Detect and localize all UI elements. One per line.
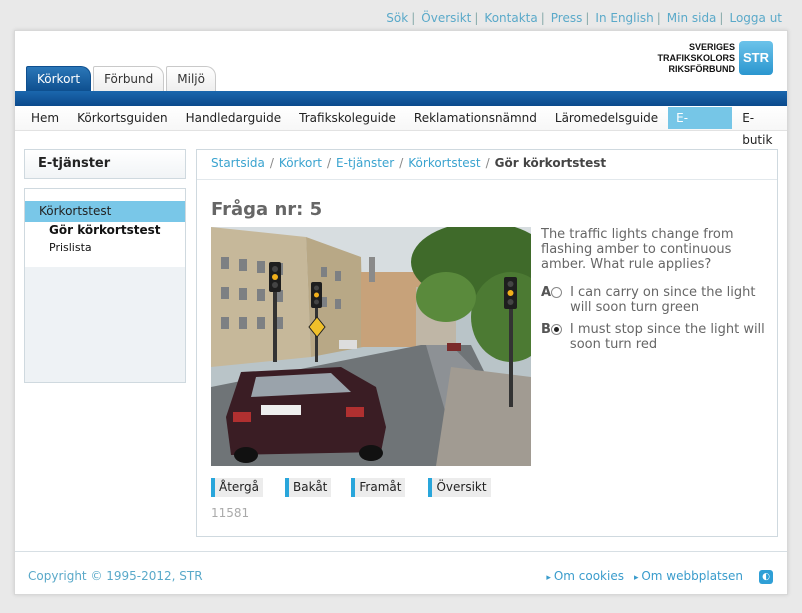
separator: |	[411, 11, 416, 25]
copyright-text: Copyright © 1995-2012, STR	[28, 569, 203, 583]
answer-radio-a[interactable]	[551, 287, 563, 298]
answer-text: I must stop since the light will soon tu…	[569, 322, 765, 352]
logo-badge: STR	[739, 41, 773, 75]
question-nav-buttons: Återgå Bakåt Framåt Översikt	[211, 478, 491, 497]
sidebar-subitem-prislista[interactable]: Prislista	[49, 241, 92, 254]
breadcrumb-link-startsida[interactable]: Startsida	[211, 156, 265, 170]
breadcrumb-current: Gör körkortstest	[494, 156, 607, 170]
utility-link-logout[interactable]: Logga ut	[729, 11, 782, 25]
question-text: The traffic lights change from flashing …	[541, 227, 734, 272]
nav-item-hem[interactable]: Hem	[23, 107, 67, 129]
separator: |	[585, 11, 590, 25]
footer-link-cookies[interactable]: Om cookies	[546, 569, 624, 583]
divider	[197, 179, 777, 180]
answer-radio-b[interactable]	[550, 324, 562, 335]
nav-item-laromedelsguide[interactable]: Läromedelsguide	[547, 107, 666, 129]
breadcrumb-link-korkortstest[interactable]: Körkortstest	[408, 156, 480, 170]
breadcrumb-separator: /	[485, 156, 490, 170]
separator: |	[540, 11, 545, 25]
sidebar-title: E-tjänster	[24, 149, 186, 179]
footer-link-about-site[interactable]: Om webbplatsen	[634, 569, 743, 583]
content-box: Startsida / Körkort / E-tjänster / Körko…	[196, 149, 778, 537]
previous-button[interactable]: Bakåt	[285, 478, 332, 497]
answer-text: I can carry on since the light will soon…	[570, 285, 756, 315]
utility-nav: Sök | Översikt | Kontakta | Press | In Engli…	[386, 11, 782, 25]
header-band	[15, 91, 787, 106]
section-tabs: Körkort Förbund Miljö	[26, 66, 218, 91]
separator: |	[656, 11, 661, 25]
answer-letter: B	[541, 322, 551, 337]
logo-line-2: TRAFIKSKOLORS	[657, 52, 736, 63]
breadcrumb-link-e-tjanster[interactable]: E-tjänster	[336, 156, 394, 170]
footer-links: Om cookies Om webbplatsen	[536, 569, 743, 583]
utility-link-contact[interactable]: Kontakta	[484, 11, 537, 25]
breadcrumb-separator: /	[326, 156, 332, 170]
main-panel: Körkort Förbund Miljö SVERIGES TRAFIKSKO…	[14, 30, 788, 595]
tab-forbund[interactable]: Förbund	[93, 66, 165, 91]
nav-item-reklamationsnamnd[interactable]: Reklamationsnämnd	[406, 107, 545, 129]
answer-letter: A	[541, 285, 552, 300]
logo-line-3: RIKSFÖRBUND	[668, 63, 736, 74]
sidebar-item-korkortstest[interactable]: Körkortstest	[25, 201, 185, 222]
nav-item-e-tjanster[interactable]: E-tjänster	[668, 107, 733, 147]
utility-link-search[interactable]: Sök	[386, 11, 408, 25]
question-title: Fråga nr: 5	[211, 199, 323, 220]
nav-item-e-butik[interactable]: E-butik	[734, 107, 785, 147]
utility-link-english[interactable]: In English	[595, 11, 653, 25]
question-photo	[211, 227, 531, 466]
back-to-start-button[interactable]: Återgå	[211, 478, 263, 497]
logo-line-1: SVERIGES	[688, 41, 735, 52]
accessibility-icon[interactable]: ◐	[759, 570, 773, 584]
breadcrumb-separator: /	[399, 156, 404, 170]
answer-option-a[interactable]: A I can carry on since the light will so…	[541, 285, 767, 315]
utility-link-press[interactable]: Press	[551, 11, 583, 25]
nav-item-korkortsguiden[interactable]: Körkortsguiden	[69, 107, 175, 129]
sidebar-menu: Körkortstest Gör körkortstest Prislista	[24, 188, 186, 383]
footer-divider	[15, 551, 787, 552]
main-nav: Hem Körkortsguiden Handledarguide Trafik…	[15, 106, 787, 147]
utility-link-my-page[interactable]: Min sida	[667, 11, 717, 25]
question-id: 11581	[211, 506, 250, 520]
breadcrumb: Startsida / Körkort / E-tjänster / Körko…	[211, 156, 606, 170]
street-scene-image	[211, 227, 531, 466]
str-logo[interactable]: SVERIGES TRAFIKSKOLORS RIKSFÖRBUND STR	[658, 41, 773, 75]
tab-miljo[interactable]: Miljö	[166, 66, 216, 91]
utility-link-overview[interactable]: Översikt	[421, 11, 471, 25]
answer-option-b[interactable]: B I must stop since the light will soon …	[541, 322, 767, 352]
breadcrumb-separator: /	[269, 156, 274, 170]
breadcrumb-link-korkort[interactable]: Körkort	[279, 156, 322, 170]
separator: |	[474, 11, 479, 25]
sidebar-subitem-gor-korkortstest[interactable]: Gör körkortstest	[49, 223, 160, 237]
nav-item-handledarguide[interactable]: Handledarguide	[178, 107, 290, 129]
nav-item-trafikskoleguide[interactable]: Trafikskoleguide	[291, 107, 404, 129]
overview-button[interactable]: Översikt	[428, 478, 491, 497]
next-button[interactable]: Framåt	[351, 478, 406, 497]
logo-text: SVERIGES TRAFIKSKOLORS RIKSFÖRBUND	[658, 42, 736, 75]
separator: |	[719, 11, 724, 25]
tab-korkort[interactable]: Körkort	[26, 66, 92, 91]
